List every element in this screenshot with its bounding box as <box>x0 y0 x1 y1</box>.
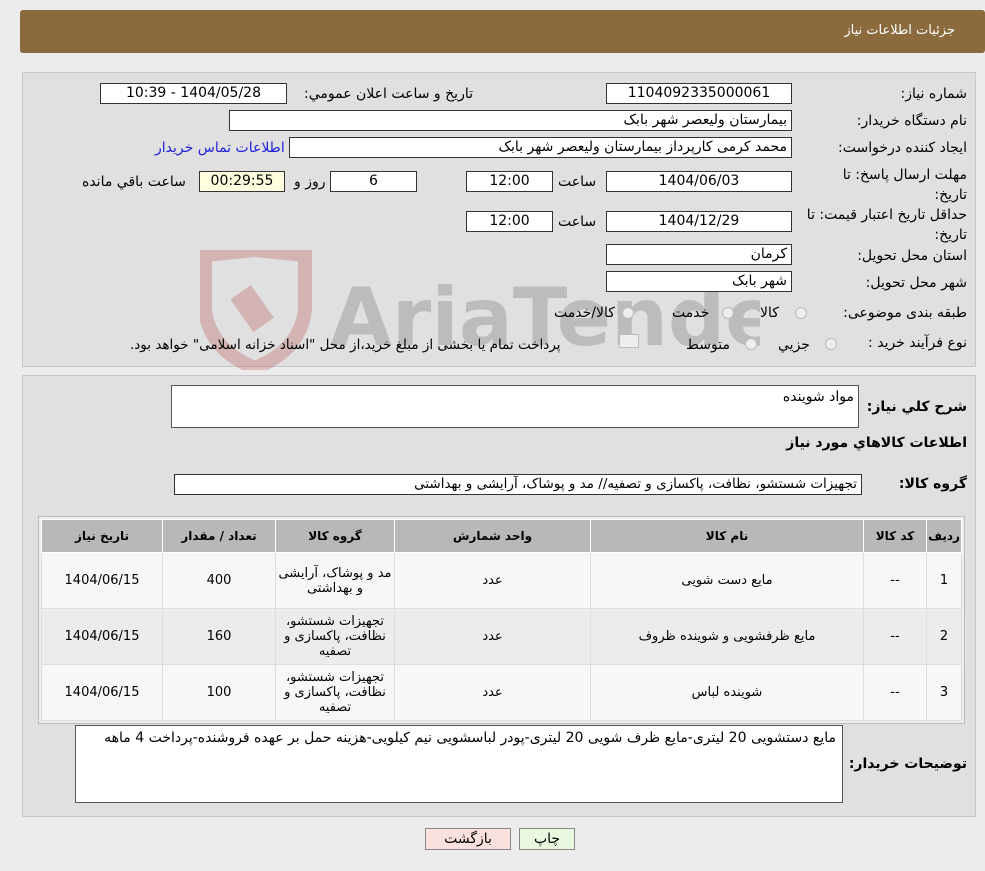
col-date: تاریخ نیاز <box>41 519 163 553</box>
category-option-goods: کالا <box>760 305 779 321</box>
category-option-service: خدمت <box>672 305 710 321</box>
days-label: روز و <box>294 174 326 190</box>
cell-group: تجهیزات شستشو، نظافت، پاکسازی و تصفیه <box>275 608 395 665</box>
process-option-medium: متوسط <box>686 337 730 353</box>
announce-field: 1404/05/28 - 10:39 <box>100 83 287 104</box>
cell-name: مایع دست شویی <box>590 552 864 609</box>
cell-date: 1404/06/15 <box>41 552 163 609</box>
category-option-both: کالا/خدمت <box>554 305 615 321</box>
cell-row: 1 <box>926 552 962 609</box>
cell-group: تجهیزات شستشو، نظافت، پاکسازی و تصفیه <box>275 664 395 721</box>
process-note: پرداخت تمام یا بخشی از مبلغ خرید،از محل … <box>130 337 561 353</box>
cell-row: 3 <box>926 664 962 721</box>
col-row: ردیف <box>926 519 962 553</box>
notes-textarea[interactable]: مایع دستشویی 20 لیتری-مایع ظرف شویی 20 ل… <box>75 725 843 803</box>
treasury-checkbox[interactable] <box>619 334 639 348</box>
city-field: شهر بابک <box>606 271 792 292</box>
col-code: کد کالا <box>863 519 927 553</box>
col-name: نام کالا <box>590 519 864 553</box>
cell-code: -- <box>863 552 927 609</box>
table-row: 2 -- مایع ظرفشویی و شوینده ظروف عدد تجهیزات … <box>41 608 962 665</box>
province-label: استان محل تحویل: <box>857 248 967 264</box>
creator-field: محمد کرمی کارپرداز بیمارستان ولیعصر شهر … <box>289 137 792 158</box>
cell-date: 1404/06/15 <box>41 608 163 665</box>
deadline-label: مهلت ارسال پاسخ: تا تاریخ: <box>842 167 967 203</box>
need-number-label: شماره نیاز: <box>900 86 968 102</box>
cell-unit: عدد <box>394 552 591 609</box>
back-button[interactable]: بازگشت <box>425 828 511 850</box>
col-qty: تعداد / مقدار <box>162 519 276 553</box>
page-header: جزئیات اطلاعات نیاز <box>20 10 985 53</box>
page-title: جزئیات اطلاعات نیاز <box>844 23 955 38</box>
category-radio-both[interactable] <box>622 307 634 319</box>
province-field: کرمان <box>606 244 792 265</box>
table-row: 1 -- مایع دست شویی عدد مد و پوشاک، آرایشی و … <box>41 552 962 609</box>
deadline-time-field: 12:00 <box>466 171 553 192</box>
cell-date: 1404/06/15 <box>41 664 163 721</box>
city-label: شهر محل تحویل: <box>865 275 967 291</box>
buyer-contact-link[interactable]: اطلاعات تماس خریدار <box>155 140 285 156</box>
process-radio-medium[interactable] <box>745 338 757 350</box>
category-label: طبقه بندی موضوعی: <box>843 305 967 321</box>
remaining-label: ساعت باقي مانده <box>82 174 186 190</box>
cell-qty: 160 <box>162 608 276 665</box>
process-option-minor: جزيي <box>778 337 810 353</box>
notes-label: توضیحات خریدار: <box>848 756 967 772</box>
category-radio-goods[interactable] <box>795 307 807 319</box>
cell-qty: 100 <box>162 664 276 721</box>
cell-code: -- <box>863 664 927 721</box>
goods-info-title: اطلاعات کالاهاي مورد نیاز <box>786 435 967 451</box>
goods-table: ردیف کد کالا نام کالا واحد شمارش گروه کا… <box>41 519 962 721</box>
cell-group: مد و پوشاک، آرایشی و بهداشتی <box>275 552 395 609</box>
deadline-time-label: ساعت <box>558 174 597 190</box>
cell-unit: عدد <box>394 608 591 665</box>
cell-unit: عدد <box>394 664 591 721</box>
col-unit: واحد شمارش <box>394 519 591 553</box>
category-radio-service[interactable] <box>722 307 734 319</box>
goods-table-wrap: ردیف کد کالا نام کالا واحد شمارش گروه کا… <box>38 516 965 724</box>
deadline-date-field: 1404/06/03 <box>606 171 792 192</box>
validity-label: حداقل تاریخ اعتبار قیمت: تا تاریخ: <box>806 207 967 243</box>
buyer-field: بیمارستان ولیعصر شهر بابک <box>229 110 792 131</box>
process-label: نوع فرآیند خرید : <box>868 335 967 351</box>
cell-row: 2 <box>926 608 962 665</box>
group-field: تجهیزات شستشو، نظافت، پاکسازی و تصفیه// … <box>174 474 862 495</box>
remaining-time-field: 00:29:55 <box>199 171 285 192</box>
summary-textarea[interactable]: مواد شوینده <box>171 385 859 428</box>
cell-name: شوینده لباس <box>590 664 864 721</box>
cell-qty: 400 <box>162 552 276 609</box>
cell-code: -- <box>863 608 927 665</box>
need-number-field: 1104092335000061 <box>606 83 792 104</box>
summary-label: شرح کلي نیاز: <box>866 399 967 415</box>
process-radio-minor[interactable] <box>825 338 837 350</box>
table-row: 3 -- شوینده لباس عدد تجهیزات شستشو، نظافت، پ… <box>41 664 962 721</box>
days-field: 6 <box>330 171 417 192</box>
validity-date-field: 1404/12/29 <box>606 211 792 232</box>
print-button[interactable]: چاپ <box>519 828 575 850</box>
col-group: گروه کالا <box>275 519 395 553</box>
validity-time-field: 12:00 <box>466 211 553 232</box>
cell-name: مایع ظرفشویی و شوینده ظروف <box>590 608 864 665</box>
announce-label: تاریخ و ساعت اعلان عمومي: <box>304 86 473 102</box>
buyer-label: نام دستگاه خریدار: <box>856 113 967 129</box>
group-label: گروه کالا: <box>898 476 967 492</box>
creator-label: ایجاد کننده درخواست: <box>838 140 967 156</box>
validity-time-label: ساعت <box>558 214 597 230</box>
